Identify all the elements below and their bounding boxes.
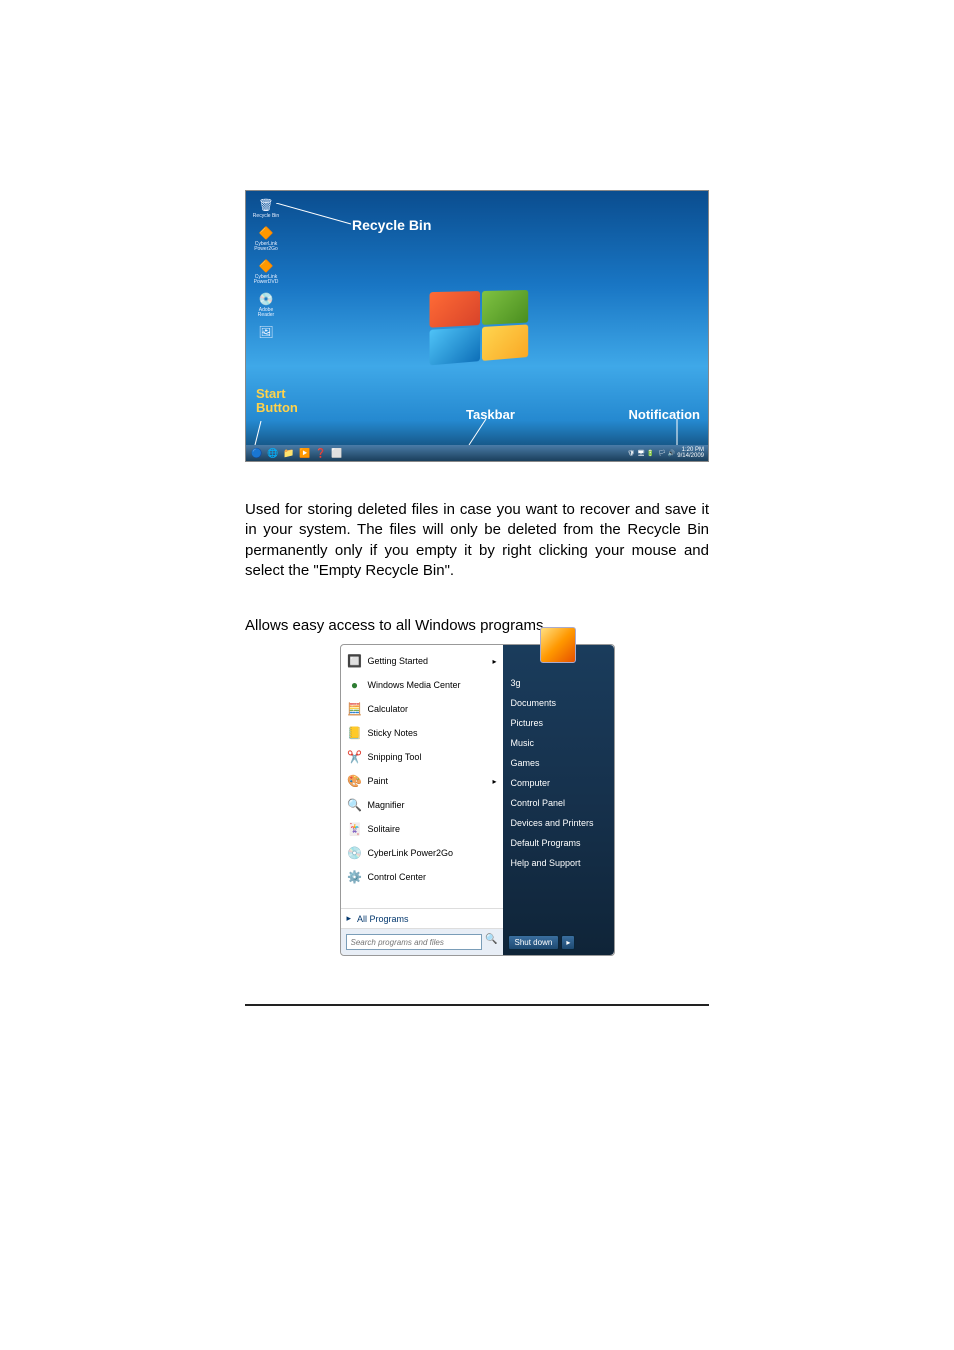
clock-date: 9/14/2009: [677, 453, 704, 459]
power2go-icon: 💿: [347, 845, 363, 861]
callout-line: [254, 421, 268, 447]
search-bar: 🔍: [341, 928, 503, 955]
start-menu-screenshot: 🔲Getting Started▸ ●Windows Media Center …: [340, 644, 615, 956]
callout-line1: Start: [256, 386, 286, 401]
user-avatar: [540, 627, 576, 663]
right-item-control-panel: Control Panel: [503, 793, 614, 813]
callout-line: [468, 419, 494, 447]
paint-icon: 🎨: [347, 773, 363, 789]
right-item-help: Help and Support: [503, 853, 614, 873]
right-item-default-programs: Default Programs: [503, 833, 614, 853]
label: Control Center: [368, 872, 427, 882]
app-tb-icon: ⬜: [330, 447, 344, 459]
recycle-bin-description: Used for storing deleted files in case y…: [245, 500, 709, 581]
right-item-user: 3g: [503, 673, 614, 693]
menu-item-wmc: ● Windows Media Center: [341, 673, 503, 697]
icon-label: CyberLink PowerDVD: [252, 275, 280, 285]
tray-icon: 🛡: [627, 450, 635, 457]
start-menu-description: Allows easy access to all Windows progra…: [245, 617, 709, 634]
desktop-icon-app4: 🖼: [252, 324, 280, 340]
control-center-icon: ⚙️: [347, 869, 363, 885]
search-input[interactable]: [346, 934, 483, 950]
menu-item-getting-started: 🔲 Getting Started ▸: [341, 649, 503, 673]
tray-icon: 🔊: [668, 450, 675, 457]
windows-logo: [430, 290, 529, 365]
shutdown-options-button[interactable]: ▸: [561, 935, 575, 950]
explorer-icon: 📁: [282, 447, 296, 459]
icon-label: CyberLink Power2Go: [252, 242, 280, 252]
label: CyberLink Power2Go: [368, 848, 454, 858]
tray-icon: 🖥: [637, 450, 645, 457]
wmp-icon: ▶️: [298, 447, 312, 459]
app-icon: 🖼: [258, 324, 274, 340]
right-item-pictures: Pictures: [503, 713, 614, 733]
sticky-notes-icon: 📒: [347, 725, 363, 741]
solitaire-icon: 🃏: [347, 821, 363, 837]
label: Magnifier: [368, 800, 405, 810]
menu-item-magnifier: 🔍 Magnifier: [341, 793, 503, 817]
ie-icon: 🌐: [266, 447, 280, 459]
arrow-icon: ▸: [347, 913, 352, 924]
shutdown-button[interactable]: Shut down: [508, 935, 560, 950]
all-programs-item: ▸ All Programs: [341, 908, 503, 928]
label: Solitaire: [368, 824, 401, 834]
callout-recycle-bin: Recycle Bin: [352, 217, 431, 233]
menu-item-sticky-notes: 📒 Sticky Notes: [341, 721, 503, 745]
desktop-icon-app2: 🔶CyberLink PowerDVD: [252, 258, 280, 285]
label: Paint: [368, 776, 389, 786]
right-item-computer: Computer: [503, 773, 614, 793]
right-item-devices: Devices and Printers: [503, 813, 614, 833]
menu-item-control-center: ⚙️ Control Center: [341, 865, 503, 889]
recycle-bin-icon: 🗑: [258, 197, 274, 213]
footer-rule: [245, 1004, 709, 1006]
label: Snipping Tool: [368, 752, 422, 762]
getting-started-icon: 🔲: [347, 653, 363, 669]
menu-item-solitaire: 🃏 Solitaire: [341, 817, 503, 841]
callout-start-button: Start Button: [256, 387, 298, 416]
callout-notification: Notification: [629, 407, 701, 422]
calculator-icon: 🧮: [347, 701, 363, 717]
label: Getting Started: [368, 656, 429, 666]
tray-icon: 🏳: [658, 450, 666, 457]
app-icon: 🔶: [258, 225, 274, 241]
app-icon: 💿: [258, 291, 274, 307]
app-icon: 🔶: [258, 258, 274, 274]
tray-icon: 🔋: [647, 450, 654, 457]
label: Calculator: [368, 704, 409, 714]
right-item-games: Games: [503, 753, 614, 773]
label: All Programs: [357, 914, 409, 924]
desktop-icon-app1: 🔶CyberLink Power2Go: [252, 225, 280, 252]
search-icon: 🔍: [485, 934, 497, 950]
callout-line: [276, 203, 354, 227]
wmc-icon: ●: [347, 677, 363, 693]
menu-item-calculator: 🧮 Calculator: [341, 697, 503, 721]
desktop-icon-app3: 💿Adobe Reader: [252, 291, 280, 318]
taskbar: 🔵 🌐 📁 ▶️ ❓ ⬜ 🛡 🖥 🔋 🏳 🔊 1:20 PM 9/14/2009: [246, 445, 708, 461]
menu-item-power2go: 💿 CyberLink Power2Go: [341, 841, 503, 865]
icon-label: Adobe Reader: [252, 308, 280, 318]
desktop-screenshot: 🗑Recycle Bin 🔶CyberLink Power2Go 🔶CyberL…: [245, 190, 709, 462]
shutdown-row: Shut down ▸: [503, 930, 614, 955]
menu-item-paint: 🎨 Paint ▸: [341, 769, 503, 793]
right-item-documents: Documents: [503, 693, 614, 713]
snipping-tool-icon: ✂️: [347, 749, 363, 765]
label: Sticky Notes: [368, 728, 418, 738]
callout-line: [670, 419, 684, 447]
callout-line2: Button: [256, 400, 298, 415]
magnifier-icon: 🔍: [347, 797, 363, 813]
start-button-icon: 🔵: [250, 447, 264, 459]
label: Windows Media Center: [368, 680, 461, 690]
submenu-arrow-icon: ▸: [492, 777, 496, 786]
menu-item-snipping-tool: ✂️ Snipping Tool: [341, 745, 503, 769]
help-icon: ❓: [314, 447, 328, 459]
right-item-music: Music: [503, 733, 614, 753]
start-menu-right-pane: 3g Documents Pictures Music Games Comput…: [503, 645, 614, 955]
start-menu-left-pane: 🔲Getting Started▸ ●Windows Media Center …: [341, 645, 503, 955]
notification-area: 🛡 🖥 🔋 🏳 🔊 1:20 PM 9/14/2009: [627, 447, 704, 459]
submenu-arrow-icon: ▸: [492, 657, 496, 666]
